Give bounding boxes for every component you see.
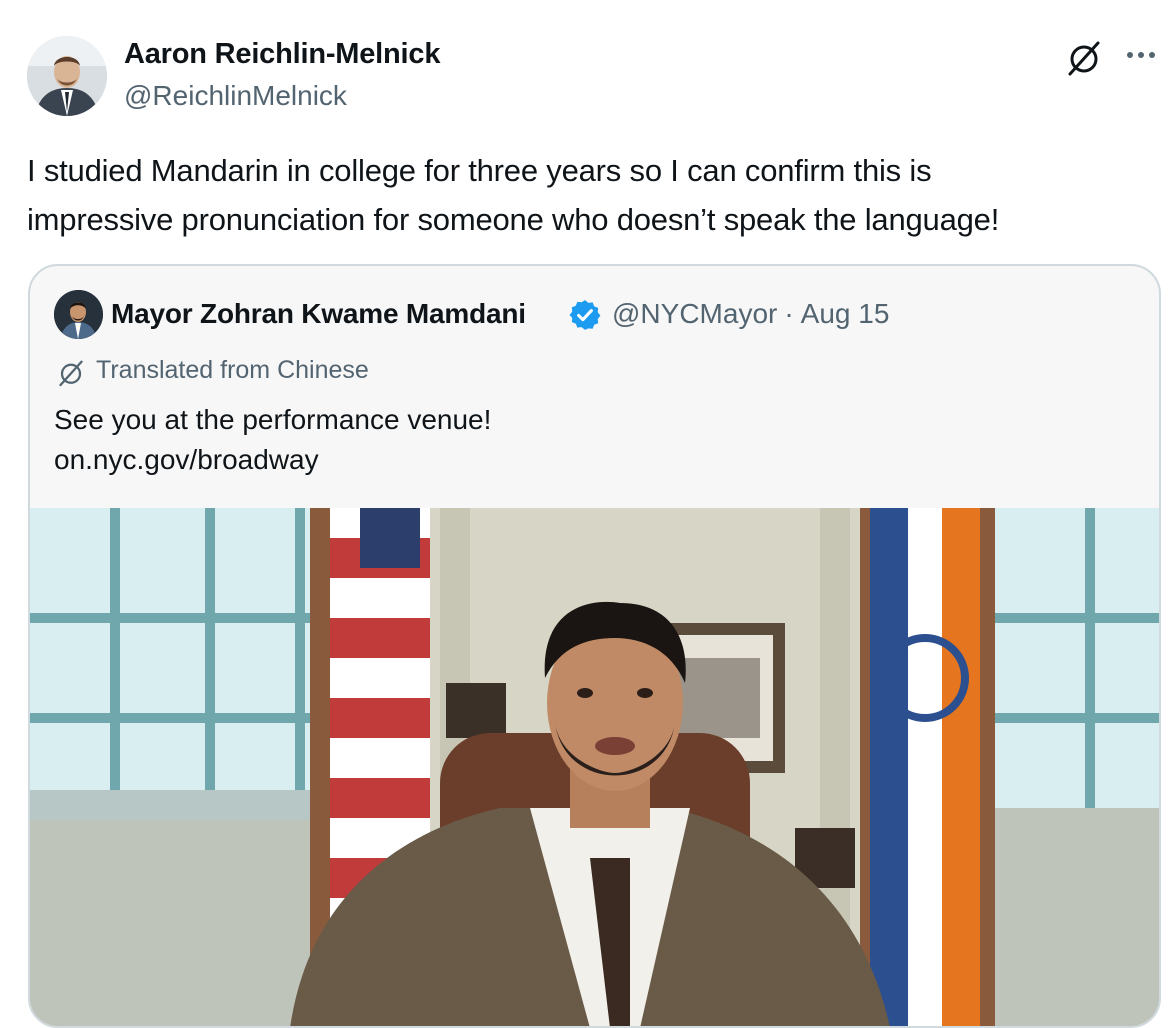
author-avatar[interactable] — [27, 36, 107, 116]
quote-meta: @NYCMayor · Aug 15 — [612, 298, 889, 330]
quote-author-name[interactable]: Mayor Zohran Kwame Mamdani — [111, 298, 526, 330]
quote-author-handle[interactable]: @NYCMayor — [612, 298, 777, 329]
quote-author-avatar[interactable] — [54, 290, 103, 339]
avatar-photo-icon — [27, 36, 107, 116]
meta-separator: · — [784, 298, 794, 329]
verified-badge-icon — [569, 300, 601, 330]
more-dots-icon — [1127, 52, 1155, 58]
quote-text-line: See you at the performance venue! — [54, 404, 492, 435]
video-thumbnail-image — [30, 508, 1159, 1026]
quote-date[interactable]: Aug 15 — [801, 298, 890, 329]
quoted-tweet-card[interactable]: Mayor Zohran Kwame Mamdani @NYCMayor · Aug… — [28, 264, 1161, 1028]
tweet-text-line: I studied Mandarin in college for three … — [27, 153, 932, 188]
quote-text: See you at the performance venue! on.nyc… — [54, 400, 491, 480]
author-name[interactable]: Aaron Reichlin-Melnick — [124, 38, 440, 71]
grok-button[interactable] — [1064, 38, 1104, 78]
translated-label[interactable]: Translated from Chinese — [96, 356, 369, 385]
verified-badge — [568, 298, 602, 332]
quote-link[interactable]: on.nyc.gov/broadway — [54, 440, 491, 480]
avatar-photo-icon — [54, 290, 103, 339]
translate-grok-icon — [56, 358, 86, 388]
more-options-button[interactable] — [1122, 40, 1162, 70]
tweet-text-line: impressive pronunciation for someone who… — [27, 202, 1000, 237]
quote-media-thumbnail[interactable] — [30, 508, 1159, 1026]
grok-slash-circle-icon — [1068, 41, 1100, 76]
author-handle[interactable]: @ReichlinMelnick — [124, 80, 347, 112]
tweet-text: I studied Mandarin in college for three … — [27, 146, 1167, 244]
